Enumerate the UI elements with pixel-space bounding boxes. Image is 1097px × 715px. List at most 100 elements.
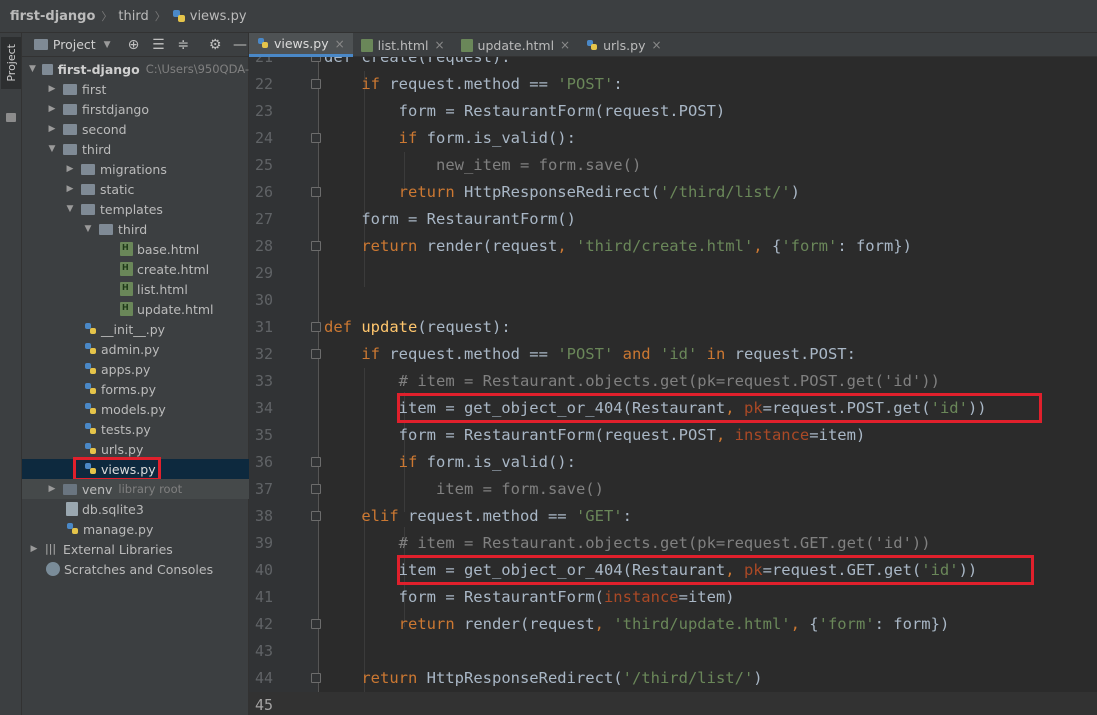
fold-marker-icon[interactable]	[311, 241, 321, 251]
folder-icon	[99, 223, 113, 235]
tree-item-migrations[interactable]: ▶ migrations	[22, 159, 249, 179]
fold-marker-icon[interactable]	[311, 322, 321, 332]
code-line: 30	[254, 291, 273, 309]
code-line: 38 elif request.method == 'GET':	[254, 507, 632, 525]
chevron-right-icon[interactable]: ▶	[46, 124, 58, 134]
tree-item-init-py[interactable]: __init__.py	[22, 319, 249, 339]
chevron-right-icon[interactable]: ▶	[46, 104, 58, 114]
code-line: 39 # item = Restaurant.objects.get(pk=re…	[254, 534, 931, 552]
code-line: 42 return render(request, 'third/update.…	[254, 615, 950, 633]
tree-item-models-py[interactable]: models.py	[22, 399, 249, 419]
project-view-selector[interactable]: Project	[53, 37, 96, 52]
tree-item-firstdjango[interactable]: ▶ firstdjango	[22, 99, 249, 119]
folder-icon	[63, 123, 77, 135]
code-line: 22 if request.method == 'POST':	[254, 75, 623, 93]
tree-item-base-html[interactable]: base.html	[22, 239, 249, 259]
tree-item-third[interactable]: ▼ third	[22, 139, 249, 159]
chevron-right-icon[interactable]: ▶	[64, 164, 76, 174]
fold-marker-icon[interactable]	[311, 673, 321, 683]
python-file-icon	[85, 403, 96, 414]
folder-icon	[81, 203, 95, 215]
fold-marker-icon[interactable]	[311, 79, 321, 89]
tab-views-py[interactable]: views.py ×	[249, 33, 353, 57]
tab-urls-py[interactable]: urls.py ×	[578, 33, 669, 57]
chevron-right-icon[interactable]: ▶	[46, 84, 58, 94]
tree-item-admin-py[interactable]: admin.py	[22, 339, 249, 359]
code-line: 31 def update(request):	[254, 318, 511, 336]
chevron-down-icon[interactable]: ▼	[64, 204, 76, 214]
breadcrumb-file[interactable]: views.py	[190, 9, 247, 24]
chevron-right-icon[interactable]: ▶	[64, 184, 76, 194]
code-line: 32 if request.method == 'POST' and 'id' …	[254, 345, 856, 363]
tree-item-forms-py[interactable]: forms.py	[22, 379, 249, 399]
code-editor[interactable]: 21 def create(request): 22 if request.me…	[249, 57, 1097, 715]
close-icon[interactable]: ×	[335, 37, 345, 51]
breadcrumb-project[interactable]: first-django	[10, 9, 95, 24]
python-file-icon	[85, 463, 96, 474]
python-file-icon	[85, 363, 96, 374]
python-file-icon	[67, 523, 78, 534]
chevron-down-icon[interactable]: ▼	[82, 224, 94, 234]
tab-update-html[interactable]: update.html ×	[453, 33, 579, 57]
gear-icon[interactable]: ⚙	[207, 37, 223, 53]
fold-marker-icon[interactable]	[311, 133, 321, 143]
code-line: 23 form = RestaurantForm(request.POST)	[254, 102, 726, 120]
database-file-icon	[66, 502, 78, 516]
tree-item-first[interactable]: ▶ first	[22, 79, 249, 99]
fold-marker-icon[interactable]	[311, 187, 321, 197]
hide-panel-icon[interactable]: —	[232, 37, 248, 53]
tree-item-tests-py[interactable]: tests.py	[22, 419, 249, 439]
fold-marker-icon[interactable]	[311, 619, 321, 629]
python-file-icon	[85, 383, 96, 394]
tree-item-db-sqlite3[interactable]: db.sqlite3	[22, 499, 249, 519]
locate-file-icon[interactable]: ⊕	[126, 37, 142, 53]
close-icon[interactable]: ×	[560, 38, 570, 52]
code-line: 41 form = RestaurantForm(instance=item)	[254, 588, 735, 606]
fold-marker-icon[interactable]	[311, 484, 321, 494]
tree-item-views-py[interactable]: views.py	[22, 459, 249, 479]
breadcrumb-separator-icon: 〉	[154, 10, 166, 23]
chevron-down-icon[interactable]: ▼	[28, 64, 37, 74]
code-line-current: 45	[249, 692, 1097, 715]
chevron-right-icon[interactable]: ▶	[28, 544, 40, 554]
fold-marker-icon[interactable]	[311, 349, 321, 359]
fold-marker-icon[interactable]	[311, 57, 321, 62]
tree-item-apps-py[interactable]: apps.py	[22, 359, 249, 379]
tree-item-update-html[interactable]: update.html	[22, 299, 249, 319]
python-file-icon	[85, 323, 96, 334]
project-tool-tab[interactable]: Project	[1, 37, 21, 89]
folder-icon[interactable]	[6, 113, 16, 122]
breadcrumb-folder[interactable]: third	[118, 9, 148, 24]
tree-item-create-html[interactable]: create.html	[22, 259, 249, 279]
code-line: 21 def create(request):	[249, 57, 1097, 71]
chevron-right-icon[interactable]: ▶	[46, 484, 58, 494]
fold-marker-icon[interactable]	[311, 511, 321, 521]
code-line: 35 form = RestaurantForm(request.POST, i…	[254, 426, 866, 444]
tree-item-static[interactable]: ▶ static	[22, 179, 249, 199]
editor-tabs: views.py × list.html × update.html × url…	[249, 33, 1097, 57]
fold-marker-icon[interactable]	[311, 457, 321, 467]
close-icon[interactable]: ×	[651, 38, 661, 52]
code-line: 26 return HttpResponseRedirect('/third/l…	[254, 183, 800, 201]
chevron-down-icon[interactable]: ▼	[104, 40, 111, 50]
tree-item-external-libraries[interactable]: ▶ ||| External Libraries	[22, 539, 249, 559]
close-icon[interactable]: ×	[434, 38, 444, 52]
highlight-box	[397, 555, 1034, 585]
project-panel: Project ▼ ⊕ ☰ ≑ ⚙ — ▼ first-django C:\Us…	[22, 33, 249, 715]
expand-all-icon[interactable]: ☰	[150, 37, 166, 53]
tree-item-scratches[interactable]: Scratches and Consoles	[22, 559, 249, 579]
tree-item-templates-third[interactable]: ▼ third	[22, 219, 249, 239]
tree-item-urls-py[interactable]: urls.py	[22, 439, 249, 459]
tree-item-list-html[interactable]: list.html	[22, 279, 249, 299]
collapse-all-icon[interactable]: ≑	[175, 37, 191, 53]
tree-item-manage-py[interactable]: manage.py	[22, 519, 249, 539]
chevron-down-icon[interactable]: ▼	[46, 144, 58, 154]
code-line: 27 form = RestaurantForm()	[254, 210, 576, 228]
python-file-icon	[85, 343, 96, 354]
tree-item-venv[interactable]: ▶ venv library root	[22, 479, 249, 499]
tab-list-html[interactable]: list.html ×	[353, 33, 453, 57]
highlight-box	[397, 393, 1042, 423]
tree-item-first-django[interactable]: ▼ first-django C:\Users\950QDA-	[22, 59, 249, 79]
tree-item-second[interactable]: ▶ second	[22, 119, 249, 139]
tree-item-templates[interactable]: ▼ templates	[22, 199, 249, 219]
